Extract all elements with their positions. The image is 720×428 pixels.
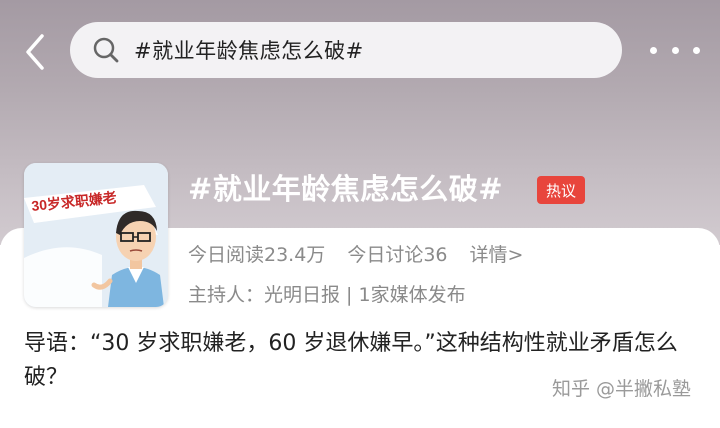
topic-title: #就业年龄焦虑怎么破#: [188, 172, 504, 206]
back-arrow-icon: [26, 34, 44, 70]
topic-stats: 今日阅读23.4万 今日讨论36 详情>: [188, 240, 523, 267]
search-icon: [92, 35, 122, 65]
read-count: 今日阅读23.4万: [188, 244, 326, 266]
more-icon: [650, 46, 657, 54]
search-query-text[interactable]: #就业年龄焦虑怎么破#: [134, 35, 364, 65]
hot-badge: 热议: [537, 176, 585, 204]
search-bar[interactable]: #就业年龄焦虑怎么破#: [70, 22, 622, 78]
thumbnail-illustration: 30岁求职嫌老: [24, 163, 168, 307]
host-line: 主持人：光明日报 | 1家媒体发布: [188, 284, 466, 306]
details-link[interactable]: 详情>: [470, 240, 524, 267]
topic-thumbnail[interactable]: 30岁求职嫌老: [24, 163, 168, 307]
back-button[interactable]: [18, 30, 52, 74]
more-button[interactable]: [650, 36, 700, 64]
discuss-count: 今日讨论36: [347, 244, 448, 266]
watermark: 知乎 @半撇私塾: [552, 378, 692, 400]
